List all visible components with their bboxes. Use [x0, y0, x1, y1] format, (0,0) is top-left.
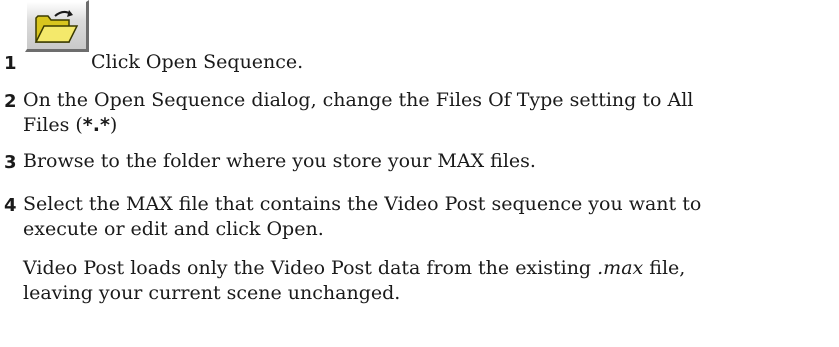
step-text: Browse to the folder where you store you…	[23, 150, 536, 172]
step-2: 2 On the Open Sequence dialog, change th…	[0, 85, 839, 140]
step-number: 4	[4, 195, 17, 216]
note-text: Video Post loads only the Video Post dat…	[23, 256, 813, 306]
step-text-line: Files (*.*)	[23, 113, 813, 138]
step-text: On the Open Sequence dialog, change the …	[23, 88, 813, 138]
open-sequence-button[interactable]	[25, 0, 89, 52]
step-3: 3 Browse to the folder where you store y…	[0, 146, 839, 176]
text-segment: Files (	[23, 114, 83, 136]
wildcard-pattern: *.*	[82, 114, 110, 136]
text-segment: file,	[643, 257, 686, 279]
step-text-line: On the Open Sequence dialog, change the …	[23, 89, 694, 111]
step-4: 4 Select the MAX file that contains the …	[0, 189, 839, 244]
note-line: Video Post loads only the Video Post dat…	[23, 256, 813, 281]
step-text: Select the MAX file that contains the Vi…	[23, 192, 813, 242]
step-number: 1	[4, 53, 17, 74]
step-text-line: execute or edit and click Open.	[23, 218, 324, 240]
step-text: Click Open Sequence.	[91, 51, 304, 73]
step-1: 1 Click Open Sequence.	[0, 0, 839, 80]
note-line: leaving your current scene unchanged.	[23, 282, 401, 304]
step-number: 2	[4, 91, 17, 112]
step-note: Video Post loads only the Video Post dat…	[0, 256, 839, 316]
open-folder-icon	[34, 10, 79, 43]
step-text-line: Select the MAX file that contains the Vi…	[23, 193, 702, 215]
text-segment: )	[109, 114, 118, 136]
file-extension: .max	[597, 257, 644, 279]
text-segment: Video Post loads only the Video Post dat…	[23, 257, 598, 279]
step-number: 3	[4, 152, 17, 173]
